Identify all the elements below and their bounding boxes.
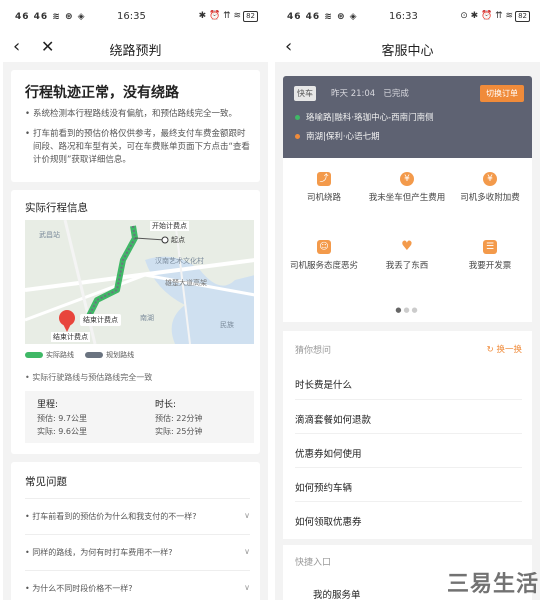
yuan-icon: ¥ — [400, 172, 414, 186]
actual-route-swatch — [25, 352, 43, 358]
trip-info-title: 实际行程信息 — [25, 202, 88, 214]
map-road-label: 雄楚大道高架 — [165, 279, 207, 287]
mileage-stat: 里程: 预估: 9.7公里 实际: 9.6公里 — [37, 400, 87, 436]
planned-route-swatch — [85, 352, 104, 358]
map-place-label: 民族 — [220, 321, 234, 329]
summary-point: 系统检测本行程路线没有偏航，和预估路线完全一致。 — [25, 108, 252, 121]
legend-planned: 规划路线 — [106, 351, 135, 359]
nav-bar: ‹ ✕ 绕路预判 — [3, 34, 268, 62]
switch-order-button[interactable]: 切换订单 — [480, 85, 524, 102]
duration-stat: 时长: 预估: 22分钟 实际: 25分钟 — [155, 400, 203, 436]
trip-stats: 里程: 预估: 9.7公里 实际: 9.6公里 时长: 预估: 22分钟 实际:… — [25, 391, 254, 443]
faq-item[interactable]: • 同样的路线，为何有时打车费用不一样? ∨ — [25, 534, 250, 568]
battery-icon: 82 — [515, 11, 530, 22]
order-card: 快车 昨天 21:04 已完成 切换订单 珞喻路|融科·珞珈中心-西南门南侧 南… — [283, 76, 532, 158]
heart-icon: ♥ — [401, 239, 413, 254]
invoice-icon: ☰ — [483, 240, 497, 254]
issue-driver-detour[interactable]: ⤴ 司机绕路 — [283, 172, 365, 204]
signal-icons: 46 46 ≋ ⊛ ◈ — [15, 12, 86, 22]
start-point-marker — [161, 236, 169, 244]
pickup-address: 珞喻路|融科·珞珈中心-西南门南侧 — [295, 111, 434, 123]
yuan-icon: ¥ — [483, 172, 497, 186]
faq-item[interactable]: • 为什么不同时段价格不一样? ∨ — [25, 570, 250, 600]
status-right-icons: ⊙ ✱ ⏰ ⇈ ≋ 82 — [460, 11, 530, 22]
issue-grid: ⤴ 司机绕路 ¥ 我未坐车但产生费用 ¥ 司机多收附加费 ☺ 司机服务态度恶劣 ♥ 我丢了… — [283, 158, 532, 322]
map-place-label: 汉南艺术文化村 — [155, 257, 204, 265]
watermark-logo: 三易生活 — [446, 572, 539, 597]
page-title: 绕路预判 — [109, 44, 162, 59]
battery-icon: 82 — [243, 11, 258, 22]
detour-summary-card: 行程轨迹正常，没有绕路 系统检测本行程路线没有偏航，和预估路线完全一致。 打车前… — [11, 70, 260, 182]
order-meta: 昨天 21:04 已完成 — [331, 89, 409, 99]
ride-type-tag: 快车 — [294, 86, 316, 101]
refresh-button[interactable]: ↻ 换一换 — [487, 343, 522, 355]
page-title: 客服中心 — [381, 44, 434, 59]
start-fee-label: 开始计费点 — [150, 221, 189, 231]
question-item[interactable]: 如何领取优惠券 — [295, 501, 522, 535]
faq-card: 常见问题 • 打车前看到的预估价为什么和我支付的不一样? ∨ • 同样的路线，为何… — [11, 462, 260, 600]
status-time: 16:33 — [389, 11, 418, 22]
issue-no-ride-charged[interactable]: ¥ 我未坐车但产生费用 — [366, 172, 448, 204]
issue-extra-fee[interactable]: ¥ 司机多收附加费 — [449, 172, 531, 204]
question-item[interactable]: 优惠券如何使用 — [295, 433, 522, 467]
refresh-icon: ↻ — [486, 345, 494, 355]
nav-bar: ‹ 客服中心 — [275, 34, 540, 62]
signal-icons: 46 46 ≋ ⊛ ◈ — [287, 12, 358, 22]
issue-bad-service[interactable]: ☺ 司机服务态度恶劣 — [283, 240, 365, 272]
dropoff-address: 南湖|保利·心语七期 — [295, 130, 380, 142]
guess-title: 猜你想问 — [295, 346, 332, 356]
faq-item[interactable]: • 打车前看到的预估价为什么和我支付的不一样? ∨ — [25, 498, 250, 532]
issue-lost-item[interactable]: ♥ 我丢了东西 — [366, 240, 448, 272]
question-item[interactable]: 时长费是什么 — [295, 365, 522, 399]
chevron-down-icon: ∨ — [244, 547, 250, 556]
chevron-down-icon: ∨ — [244, 511, 250, 520]
start-label: 起点 — [171, 236, 185, 244]
end-marker — [59, 310, 75, 326]
status-right-icons: ✱ ⏰ ⇈ ≋ 82 — [199, 11, 258, 22]
issue-invoice[interactable]: ☰ 我要开发票 — [449, 240, 531, 272]
question-item[interactable]: 如何预约车辆 — [295, 467, 522, 501]
route-note: • 实际行驶路线与预估路线完全一致 — [25, 373, 153, 382]
right-screen: 46 46 ≋ ⊛ ◈ 16:33 ⊙ ✱ ⏰ ⇈ ≋ 82 ‹ 客服中心 快车 … — [275, 0, 540, 600]
status-time: 16:35 — [117, 11, 146, 22]
route-map[interactable]: 开始计费点 起点 武昌站 汉南艺术文化村 雄楚大道高架 南湖 民族 结束计费点 … — [25, 220, 254, 344]
end-label: 结束计费点 — [51, 332, 90, 342]
driver-icon: ☺ — [317, 240, 331, 254]
status-bar: 46 46 ≋ ⊛ ◈ 16:35 ✱ ⏰ ⇈ ≋ 82 — [3, 0, 268, 34]
summary-heading: 行程轨迹正常，没有绕路 — [25, 85, 179, 101]
legend-actual: 实际路线 — [46, 351, 74, 359]
pickup-dot — [295, 115, 300, 120]
end-fee-label: 结束计费点 — [80, 314, 121, 326]
status-bar: 46 46 ≋ ⊛ ◈ 16:33 ⊙ ✱ ⏰ ⇈ ≋ 82 — [275, 0, 540, 34]
left-screen: 46 46 ≋ ⊛ ◈ 16:35 ✱ ⏰ ⇈ ≋ 82 ‹ ✕ 绕路预判 行程轨… — [3, 0, 268, 600]
chevron-down-icon: ∨ — [244, 583, 250, 592]
summary-point: 打车前看到的预估价格仅供参考，最终支付车费金额跟时间段、路况和车型有关，可在车费… — [25, 128, 252, 167]
question-item[interactable]: 滴滴套餐如何退款 — [295, 399, 522, 433]
trip-info-card: 实际行程信息 开始计费点 起点 武昌站 汉南艺术文化村 雄楚大道高架 南湖 民族… — [11, 190, 260, 454]
quick-title: 快捷入口 — [295, 558, 332, 568]
map-legend: 实际路线 规划路线 — [25, 350, 134, 360]
guess-questions-card: 猜你想问 ↻ 换一换 时长费是什么 滴滴套餐如何退款 优惠券如何使用 如何预约车… — [283, 331, 532, 539]
my-service-orders-link[interactable]: 我的服务单 — [313, 587, 361, 600]
map-place-label: 武昌站 — [39, 231, 60, 239]
faq-title: 常见问题 — [25, 476, 67, 488]
map-lake-label: 南湖 — [140, 314, 154, 322]
dropoff-dot — [295, 134, 300, 139]
page-indicator: ●●● — [395, 306, 420, 314]
route-icon: ⤴ — [317, 172, 331, 186]
